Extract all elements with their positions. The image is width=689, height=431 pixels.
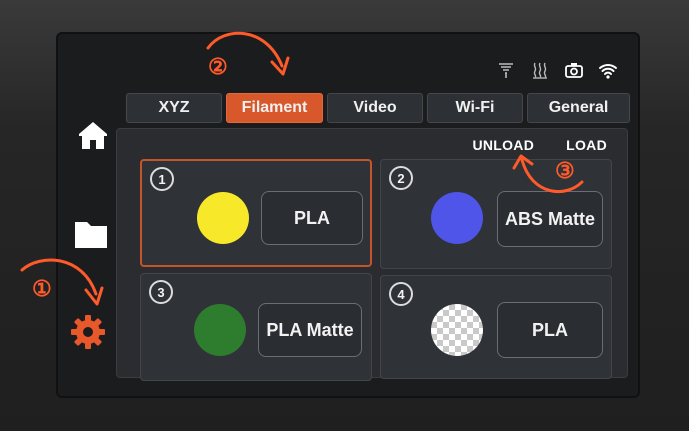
wifi-icon [599,64,617,79]
slot-number: 1 [150,167,174,191]
tab-xyz[interactable]: XYZ [126,93,222,123]
filament-slot-3[interactable]: 3 PLA Matte [140,273,372,381]
slot-number: 3 [149,280,173,304]
camera-icon [565,63,583,78]
heater-icon [533,62,547,79]
annotation-arrow-1 [20,258,104,306]
tab-video[interactable]: Video [327,93,423,123]
touch-screen: XYZ Filament Video Wi-Fi General UNLOAD … [58,34,638,396]
settings-tabs: XYZ Filament Video Wi-Fi General [126,93,630,123]
color-swatch [194,304,246,356]
color-swatch [431,192,483,244]
material-button[interactable]: PLA Matte [258,303,362,357]
filament-slot-4[interactable]: 4 PLA [380,275,612,379]
slot-number: 2 [389,166,413,190]
status-bar [496,60,618,80]
slot-number: 4 [389,282,413,306]
material-button[interactable]: PLA [261,191,363,245]
home-icon[interactable] [76,118,110,152]
tab-wifi[interactable]: Wi-Fi [427,93,523,123]
folder-icon[interactable] [72,216,110,252]
tab-filament[interactable]: Filament [226,93,323,123]
filament-slot-1[interactable]: 1 PLA [140,159,372,267]
material-button[interactable]: PLA [497,302,603,358]
annotation-arrow-2 [206,31,290,76]
color-swatch [197,192,249,244]
annotation-arrow-3 [512,154,584,194]
filament-sensor-icon [499,63,513,78]
transparent-color-swatch [431,304,483,356]
settings-gear-icon[interactable] [68,312,108,352]
tab-general[interactable]: General [527,93,630,123]
